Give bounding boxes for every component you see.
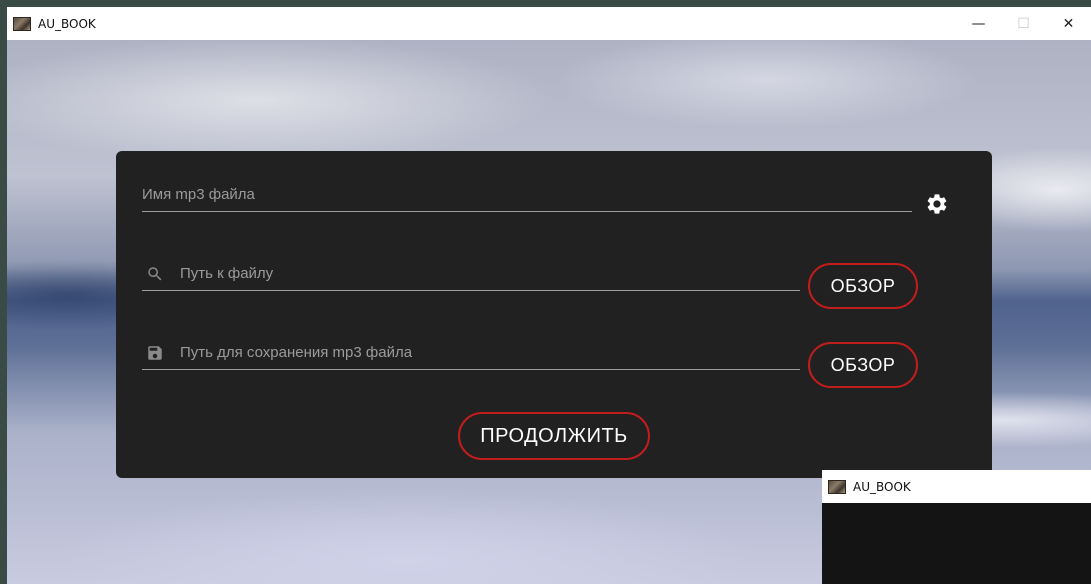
gear-icon[interactable] (925, 192, 949, 216)
filename-field[interactable]: Имя mp3 файла (142, 181, 912, 212)
window-title: AU_BOOK (38, 16, 96, 31)
save-path-field[interactable]: Путь для сохранения mp3 файла (142, 339, 800, 370)
app-window: AU_BOOK — ☐ ✕ Имя mp3 файла Путь к файлу… (0, 0, 1091, 584)
minimize-button[interactable]: — (956, 7, 1001, 40)
secondary-app-logo-icon (828, 479, 846, 494)
secondary-window-title: AU_BOOK (853, 479, 911, 494)
secondary-window[interactable]: AU_BOOK (822, 470, 1091, 584)
continue-button[interactable]: ПРОДОЛЖИТЬ (458, 412, 650, 460)
browse-save-button[interactable]: ОБЗОР (808, 342, 918, 388)
secondary-title-bar[interactable]: AU_BOOK (822, 470, 1091, 503)
maximize-button[interactable]: ☐ (1001, 7, 1046, 40)
title-bar[interactable]: AU_BOOK — ☐ ✕ (7, 7, 1091, 40)
close-button[interactable]: ✕ (1046, 7, 1091, 40)
search-icon (148, 267, 162, 281)
file-path-field[interactable]: Путь к файлу (142, 260, 800, 291)
browse-file-button[interactable]: ОБЗОР (808, 263, 918, 309)
window-controls: — ☐ ✕ (956, 7, 1091, 40)
filename-placeholder: Имя mp3 файла (142, 186, 255, 203)
save-path-placeholder: Путь для сохранения mp3 файла (180, 344, 413, 361)
form-panel: Имя mp3 файла Путь к файлу ОБЗОР Путь дл… (116, 151, 992, 478)
file-path-placeholder: Путь к файлу (180, 265, 274, 282)
app-logo-icon (13, 16, 31, 31)
floppy-disk-icon (148, 346, 162, 360)
